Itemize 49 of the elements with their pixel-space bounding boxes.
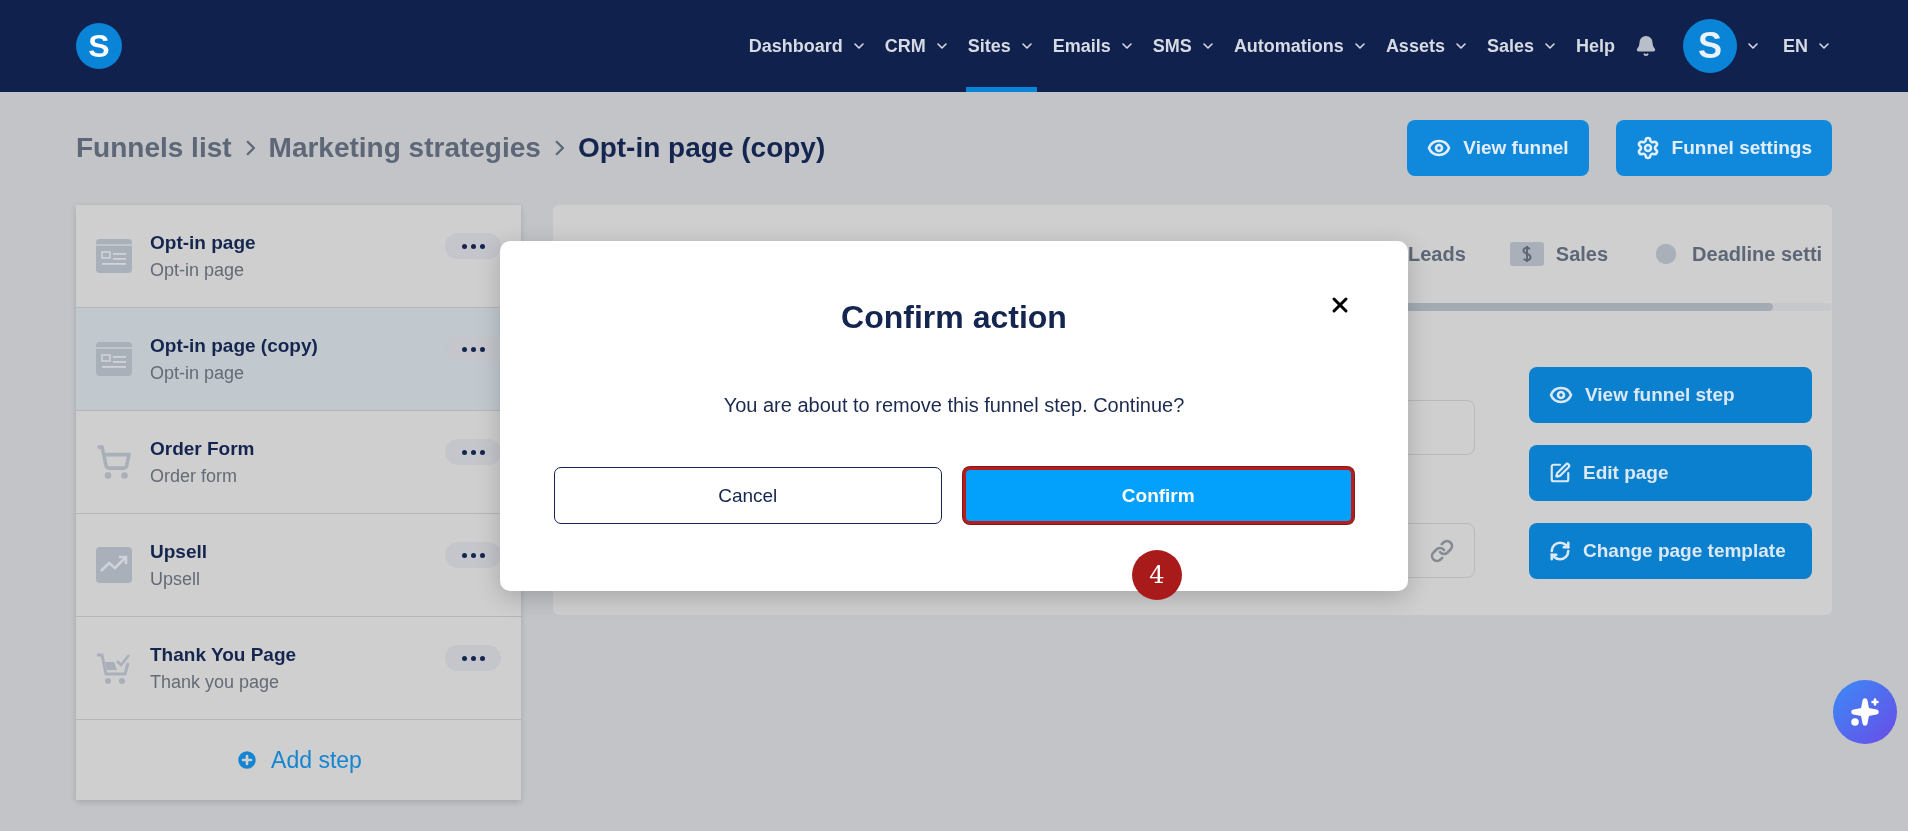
refresh-icon bbox=[1549, 540, 1571, 562]
dialog-title: Confirm action bbox=[841, 299, 1067, 336]
step-type: Upsell bbox=[150, 568, 202, 590]
step-type: Opt-in page bbox=[150, 362, 246, 384]
bell-icon[interactable] bbox=[1635, 35, 1657, 57]
step-item[interactable]: Opt-in page Opt-in page bbox=[76, 205, 521, 308]
step-title: Opt-in page bbox=[150, 231, 257, 254]
page-icon bbox=[96, 342, 132, 376]
cancel-button[interactable]: Cancel bbox=[554, 467, 942, 524]
nav-item[interactable]: Sites bbox=[965, 0, 1037, 92]
step-type: Order form bbox=[150, 465, 238, 487]
step-item[interactable]: Thank You Page Thank you page bbox=[76, 617, 521, 720]
edit-icon bbox=[1549, 462, 1571, 484]
nav-item[interactable]: Assets bbox=[1383, 0, 1471, 92]
more-button[interactable] bbox=[445, 233, 501, 259]
sparkles-icon bbox=[1850, 697, 1880, 727]
page-icon bbox=[96, 239, 132, 273]
nav-item[interactable]: SMS bbox=[1150, 0, 1218, 92]
tab[interactable]: Leads bbox=[1408, 242, 1466, 266]
language-selector[interactable]: EN bbox=[1783, 35, 1832, 57]
step-type: Opt-in page bbox=[150, 259, 246, 281]
cart-icon bbox=[96, 444, 132, 480]
nav-item[interactable]: Emails bbox=[1050, 0, 1137, 92]
step-item[interactable]: Upsell Upsell bbox=[76, 514, 521, 617]
step-title: Upsell bbox=[150, 540, 209, 563]
more-button[interactable] bbox=[445, 542, 501, 568]
step-type: Thank you page bbox=[150, 671, 281, 693]
settings-icon bbox=[1635, 136, 1660, 160]
more-button[interactable] bbox=[445, 439, 501, 465]
logo[interactable]: S bbox=[76, 23, 122, 69]
nav-item[interactable]: Dashboard bbox=[746, 0, 869, 92]
nav-item[interactable]: Sales bbox=[1484, 0, 1560, 92]
tab[interactable]: Deadline setti bbox=[1652, 240, 1823, 268]
breadcrumb-link[interactable]: Opt-in page (copy) bbox=[577, 132, 826, 164]
step-title: Order Form bbox=[150, 437, 256, 460]
chevron-right-icon bbox=[554, 140, 564, 156]
tab[interactable]: Sales bbox=[1509, 242, 1609, 266]
avatar[interactable]: S bbox=[1683, 19, 1737, 73]
dialog-message: You are about to remove this funnel step. Continue? bbox=[723, 394, 1185, 417]
chevron-right-icon bbox=[245, 140, 255, 156]
step-title: Opt-in page (copy) bbox=[150, 334, 319, 357]
more-button[interactable] bbox=[445, 645, 501, 671]
dollar-icon bbox=[1509, 242, 1544, 266]
nav-item[interactable]: Help bbox=[1573, 0, 1617, 92]
step-title: Thank You Page bbox=[150, 643, 298, 666]
link-icon bbox=[1430, 538, 1454, 563]
nav-item[interactable]: Automations bbox=[1231, 0, 1370, 92]
trend-chart-icon bbox=[96, 547, 132, 583]
nav-item[interactable]: CRM bbox=[882, 0, 952, 92]
